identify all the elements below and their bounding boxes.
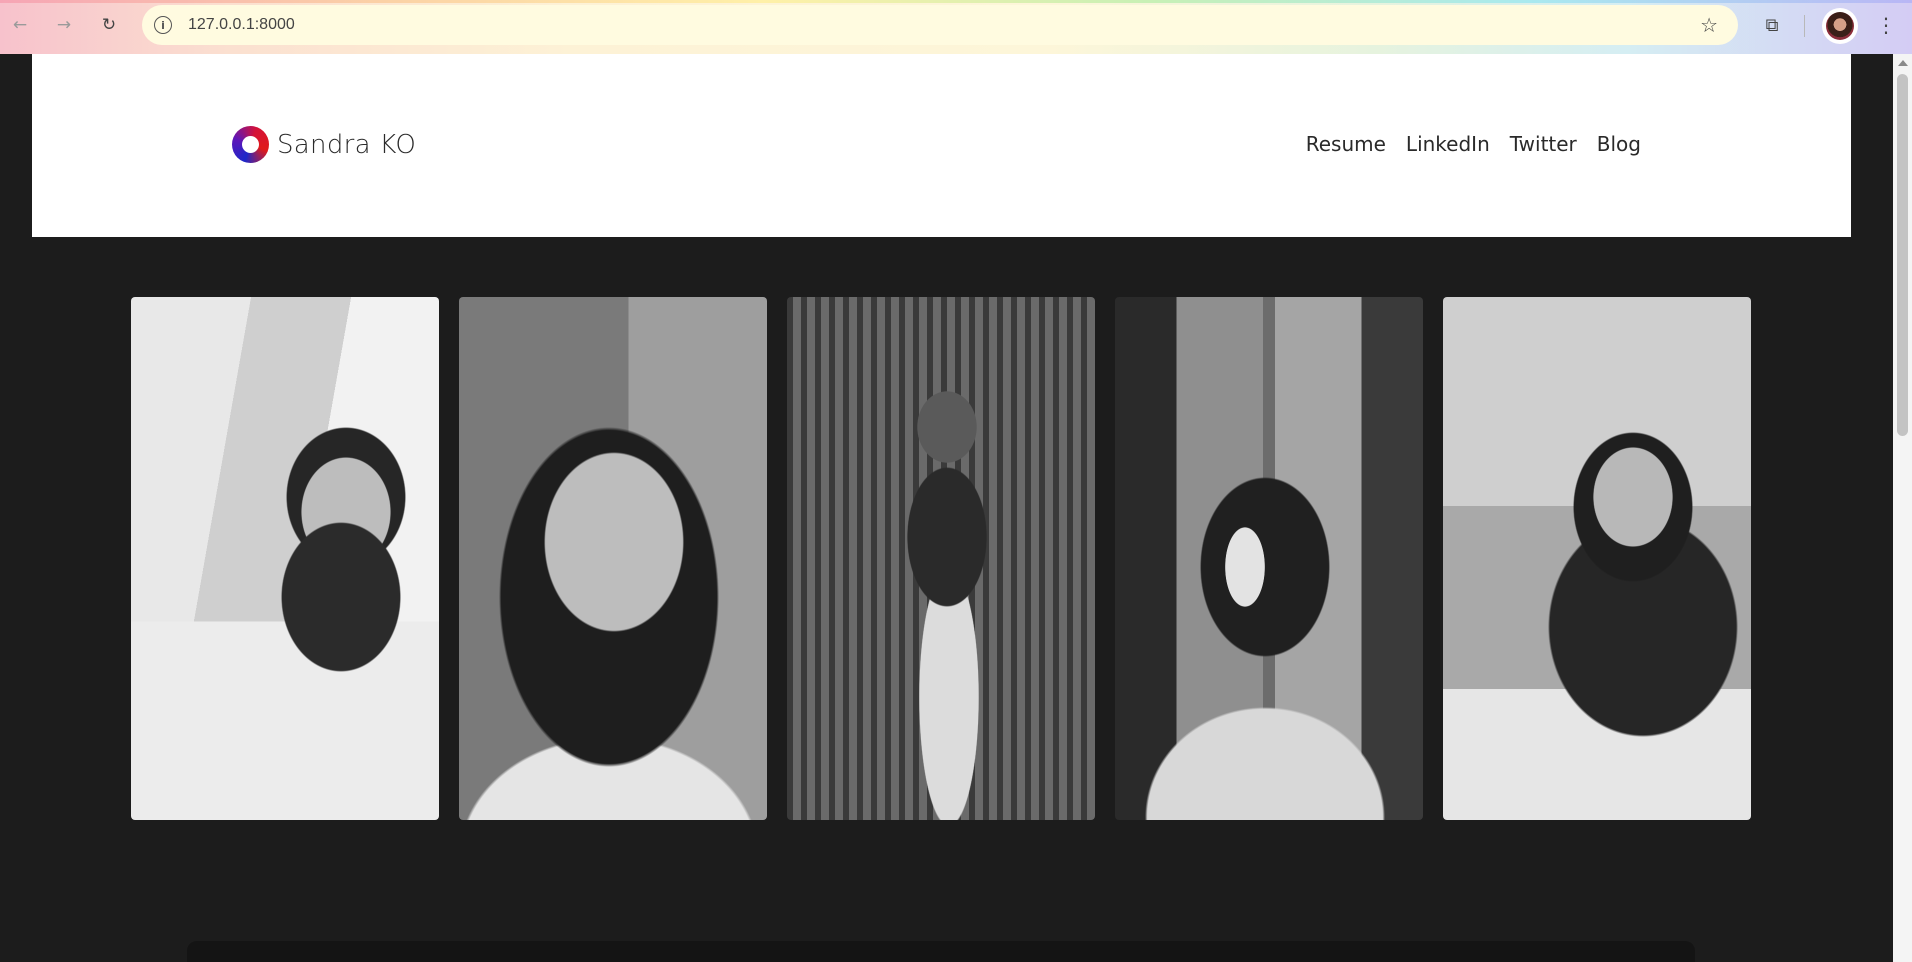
nav-link-blog[interactable]: Blog	[1597, 132, 1641, 156]
nav-link-resume[interactable]: Resume	[1306, 132, 1386, 156]
content-card	[187, 941, 1695, 962]
scrollbar-thumb[interactable]	[1897, 74, 1908, 436]
toolbar-divider	[1804, 15, 1805, 37]
logo-icon	[232, 126, 269, 163]
back-arrow-icon[interactable]: ←	[7, 12, 33, 38]
photo-gallery	[131, 297, 1751, 820]
kebab-menu-icon[interactable]: ⋮	[1876, 12, 1896, 38]
reload-icon[interactable]: ↻	[96, 12, 122, 38]
url-text[interactable]: 127.0.0.1:8000	[188, 16, 295, 34]
gallery-photo[interactable]	[1115, 297, 1423, 820]
address-bar[interactable]: i 127.0.0.1:8000 ☆	[142, 5, 1738, 45]
top-nav: Resume LinkedIn Twitter Blog	[1306, 132, 1641, 156]
gallery-photo[interactable]	[131, 297, 439, 820]
theme-accent-stripe	[0, 0, 1912, 3]
brand[interactable]: Sandra KO	[232, 126, 416, 163]
puzzle-icon[interactable]: ⧉	[1760, 13, 1784, 37]
info-icon[interactable]: i	[154, 16, 172, 34]
nav-link-twitter[interactable]: Twitter	[1510, 132, 1577, 156]
gallery-photo[interactable]	[459, 297, 767, 820]
brand-name[interactable]: Sandra KO	[277, 130, 416, 160]
star-icon[interactable]: ☆	[1700, 13, 1718, 37]
page-scrollbar[interactable]	[1893, 54, 1912, 962]
scroll-up-arrow-icon[interactable]	[1898, 60, 1908, 66]
nav-link-linkedin[interactable]: LinkedIn	[1406, 132, 1490, 156]
profile-avatar[interactable]	[1822, 8, 1858, 44]
avatar-image	[1826, 12, 1854, 40]
gallery-photo[interactable]	[1443, 297, 1751, 820]
site-header: Sandra KO Resume LinkedIn Twitter Blog	[32, 54, 1851, 237]
forward-arrow-icon[interactable]: →	[51, 12, 77, 38]
gallery-photo[interactable]	[787, 297, 1095, 820]
browser-toolbar: ← → ↻ i 127.0.0.1:8000 ☆ ⧉ ⋮	[0, 0, 1912, 54]
